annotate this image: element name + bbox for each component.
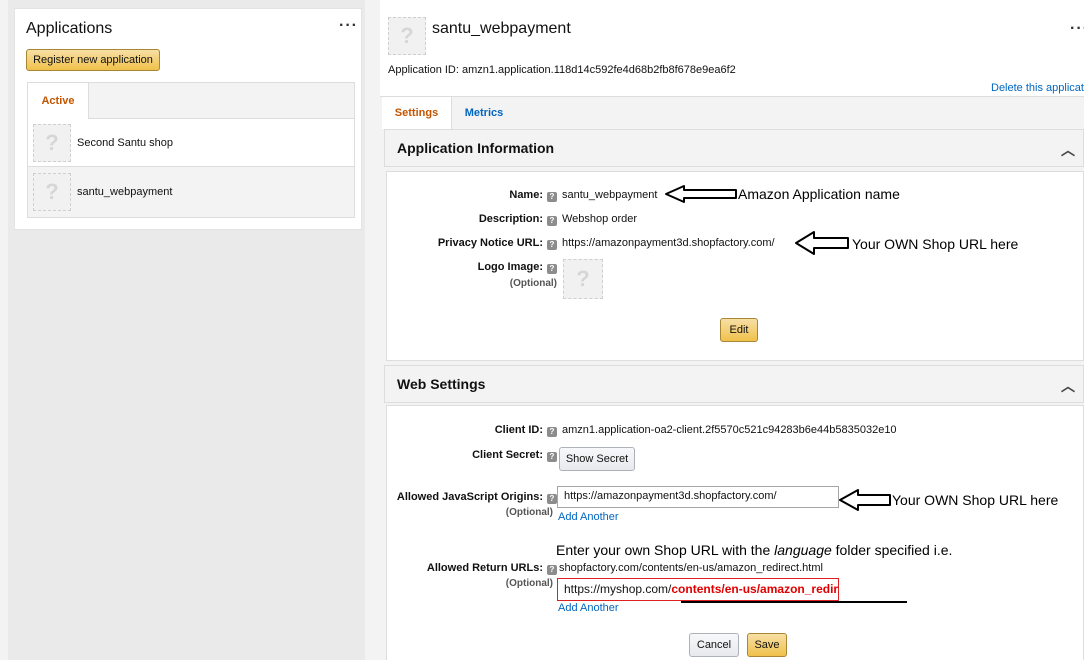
description-value: Webshop order (562, 213, 638, 225)
cancel-button[interactable]: Cancel (689, 633, 739, 657)
return-urls-optional: (Optional) (505, 578, 553, 589)
js-origins-optional: (Optional) (505, 507, 553, 518)
return-url-value: shopfactory.com/contents/en-us/amazon_re… (559, 562, 823, 574)
annotation-text: Enter your own Shop URL with the (556, 542, 775, 558)
help-icon[interactable]: ? (547, 561, 557, 575)
tab-bar-filler (89, 83, 354, 119)
js-origins-label: Allowed JavaScript Origins: (396, 491, 543, 503)
help-icon[interactable]: ? (547, 448, 557, 462)
chevron-up-icon[interactable]: ︿ (1061, 140, 1075, 160)
help-icon[interactable]: ? (547, 212, 557, 226)
app-name: santu_webpayment (77, 186, 173, 198)
logo-placeholder-icon: ? (563, 259, 603, 299)
panel-title: Applications (26, 20, 113, 37)
return-url-input[interactable]: https://myshop.com/contents/en-us/amazon… (557, 578, 839, 601)
tab-active[interactable]: Active (28, 83, 89, 119)
annotation-emphasis: language (774, 542, 832, 558)
app-menu-icon[interactable]: ··· (1070, 20, 1084, 38)
underline-marker (681, 601, 907, 603)
left-arrow-icon (795, 231, 849, 255)
app-placeholder-icon: ? (33, 123, 71, 162)
delete-application-link[interactable]: Delete this applicatio (991, 82, 1084, 94)
return-urls-label: Allowed Return URLs: (426, 562, 543, 574)
web-settings-header[interactable]: Web Settings ︿ (384, 365, 1084, 403)
js-origins-input[interactable]: https://amazonpayment3d.shopfactory.com/ (557, 486, 839, 508)
app-title: santu_webpayment (432, 20, 571, 37)
tab-bar: Settings Metrics (380, 96, 1084, 129)
section-title: Web Settings (397, 376, 486, 392)
name-label: Name: (509, 189, 543, 201)
left-arrow-icon (839, 489, 891, 511)
chevron-up-icon[interactable]: ︿ (1061, 376, 1075, 396)
app-info-header[interactable]: Application Information ︿ (384, 129, 1084, 167)
help-icon[interactable]: ? (547, 260, 557, 274)
add-another-return-link[interactable]: Add Another (558, 602, 619, 614)
tab-metrics[interactable]: Metrics (452, 97, 516, 129)
app-placeholder-icon: ? (33, 173, 71, 211)
register-new-application-button[interactable]: Register new application (26, 49, 160, 71)
left-arrow-icon (665, 185, 737, 203)
list-item[interactable]: ? Second Santu shop (28, 119, 354, 167)
client-secret-label: Client Secret: (472, 449, 543, 461)
section-title: Application Information (397, 140, 555, 156)
annotation-text: folder specified i.e. (831, 542, 953, 558)
help-icon[interactable]: ? (547, 236, 557, 250)
add-another-origin-link[interactable]: Add Another (558, 511, 619, 523)
client-id-value: amzn1.application-oa2-client.2f5570c521c… (562, 424, 897, 436)
application-header: ? santu_webpayment ··· Application ID: a… (380, 0, 1084, 96)
help-icon[interactable]: ? (547, 188, 557, 202)
annotation-app-name: Amazon Application name (738, 186, 900, 202)
list-item[interactable]: ? santu_webpayment (28, 168, 354, 216)
save-button[interactable]: Save (747, 633, 787, 657)
application-id: Application ID: amzn1.application.118d14… (388, 64, 736, 76)
client-id-label: Client ID: (494, 424, 543, 436)
description-label: Description: (478, 213, 543, 225)
return-url-prefix: https://myshop.com/ (564, 582, 672, 596)
panel-menu-icon[interactable]: ··· (339, 17, 358, 35)
app-name: Second Santu shop (77, 136, 174, 149)
show-secret-button[interactable]: Show Secret (559, 447, 635, 471)
name-value: santu_webpayment (562, 189, 658, 201)
edit-button[interactable]: Edit (720, 318, 758, 342)
logo-image-label: Logo Image: (477, 261, 543, 273)
help-icon[interactable]: ? (547, 423, 557, 437)
annotation-shop-url-2: Your OWN Shop URL here (892, 492, 1059, 508)
web-settings-body: Client ID: ? amzn1.application-oa2-clien… (386, 405, 1084, 660)
applications-panel: Applications ··· Register new applicatio… (14, 8, 362, 230)
app-logo-placeholder-icon: ? (388, 17, 426, 55)
annotation-return-url: Enter your own Shop URL with the languag… (556, 542, 952, 558)
annotation-shop-url-1: Your OWN Shop URL here (852, 236, 1019, 252)
logo-optional: (Optional) (509, 278, 557, 289)
return-url-path: contents/en-us/amazon_redirect.html (671, 582, 839, 596)
help-icon[interactable]: ? (547, 490, 557, 504)
tab-settings[interactable]: Settings (382, 97, 452, 129)
privacy-url-label: Privacy Notice URL: (437, 237, 543, 249)
privacy-url-value: https://amazonpayment3d.shopfactory.com/ (562, 237, 775, 249)
